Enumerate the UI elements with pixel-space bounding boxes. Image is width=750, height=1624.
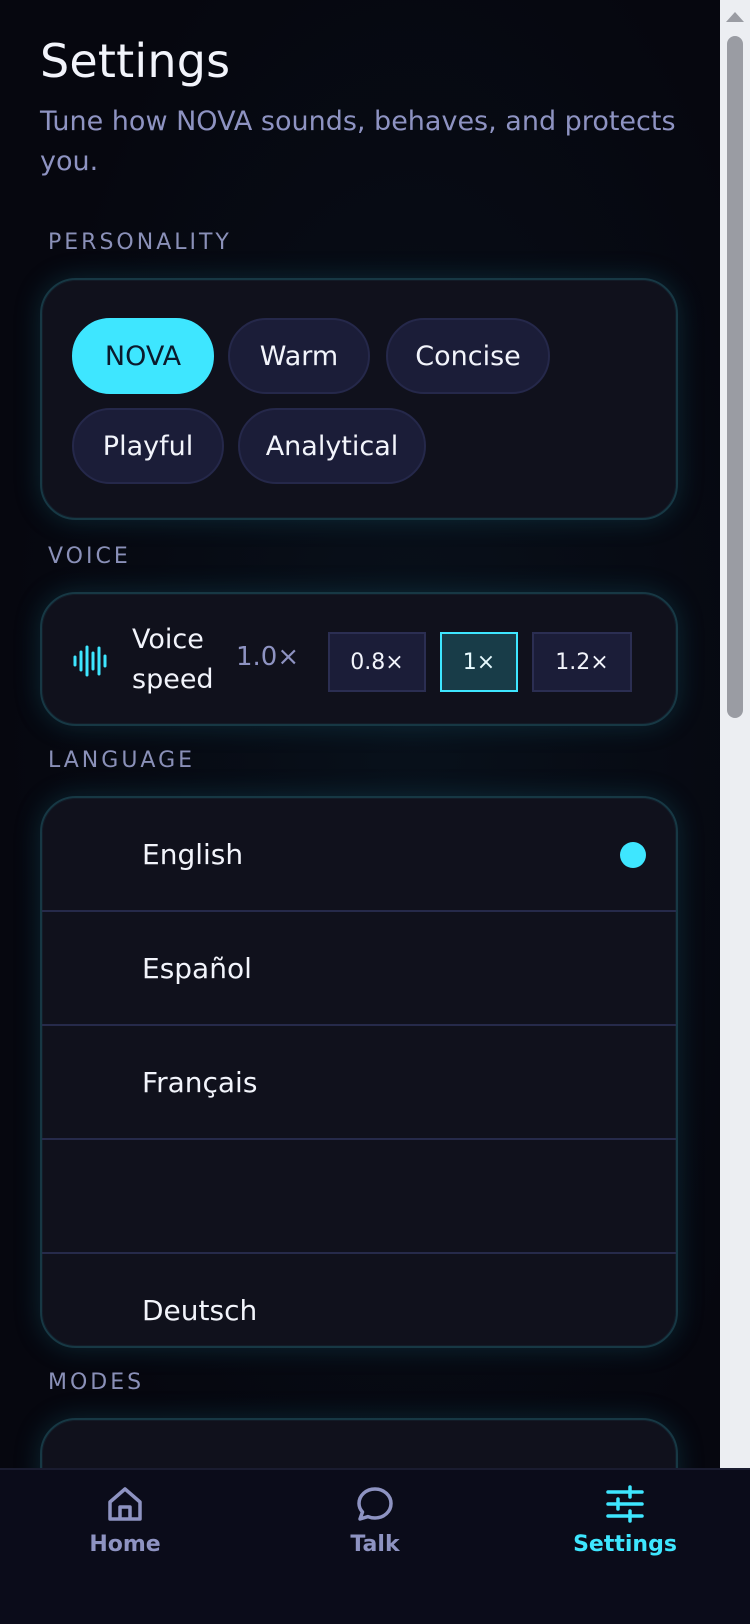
- language-option-deutsch[interactable]: Deutsch: [42, 1254, 676, 1346]
- personality-chip-analytical[interactable]: Analytical: [238, 408, 426, 484]
- language-label: Español: [142, 951, 252, 985]
- section-label-voice: VOICE: [48, 544, 131, 569]
- personality-chip-playful[interactable]: Playful: [72, 408, 224, 484]
- page-subtitle: Tune how NOVA sounds, behaves, and prote…: [40, 106, 676, 177]
- personality-chip-nova[interactable]: NOVA: [72, 318, 214, 394]
- speed-option-0-8[interactable]: 0.8×: [328, 632, 426, 692]
- nav-label-talk: Talk: [350, 1532, 400, 1557]
- personality-card: NOVA Warm Concise Playful Analytical: [40, 278, 678, 520]
- selected-indicator-dot: [620, 842, 646, 868]
- waveform-icon: [73, 645, 107, 677]
- language-label: Français: [142, 1065, 258, 1099]
- speed-option-1[interactable]: 1×: [440, 632, 518, 692]
- language-label: English: [142, 837, 244, 871]
- nav-label-settings: Settings: [573, 1532, 677, 1557]
- modes-card: [40, 1418, 678, 1468]
- home-icon: [108, 1487, 142, 1521]
- section-label-language: LANGUAGE: [48, 748, 196, 773]
- voice-card: Voice speed 1.0× 0.8× 1× 1.2×: [40, 592, 678, 726]
- language-option-espanol[interactable]: Español: [42, 912, 676, 1026]
- personality-chip-concise[interactable]: Concise: [386, 318, 550, 394]
- settings-scroll-area[interactable]: Settings Tune how NOVA sounds, behaves, …: [0, 0, 720, 1468]
- settings-screen: Settings Tune how NOVA sounds, behaves, …: [0, 0, 750, 1624]
- chat-bubble-icon: [357, 1487, 393, 1521]
- voice-speed-label: Voice speed: [132, 624, 214, 695]
- language-option-empty[interactable]: [42, 1140, 676, 1254]
- language-label: Deutsch: [142, 1293, 258, 1327]
- scrollbar[interactable]: [720, 0, 750, 1480]
- voice-speed-value: 1.0×: [236, 642, 300, 672]
- personality-chip-warm[interactable]: Warm: [228, 318, 370, 394]
- scroll-up-arrow-icon[interactable]: [726, 12, 744, 22]
- scroll-thumb[interactable]: [727, 36, 743, 718]
- page-title: Settings: [40, 34, 231, 88]
- section-label-modes: MODES: [48, 1370, 145, 1395]
- language-card: English Español Français Deutsch: [40, 796, 678, 1348]
- nav-item-talk[interactable]: Talk: [275, 1470, 475, 1624]
- nav-item-home[interactable]: Home: [25, 1470, 225, 1624]
- language-option-english[interactable]: English: [42, 798, 676, 912]
- nav-label-home: Home: [89, 1532, 161, 1557]
- nav-item-settings[interactable]: Settings: [525, 1470, 725, 1624]
- section-label-personality: PERSONALITY: [48, 230, 232, 255]
- language-option-francais[interactable]: Français: [42, 1026, 676, 1140]
- bottom-nav: Home Talk Settings: [0, 1468, 750, 1624]
- speed-option-1-2[interactable]: 1.2×: [532, 632, 632, 692]
- sliders-icon: [606, 1485, 644, 1523]
